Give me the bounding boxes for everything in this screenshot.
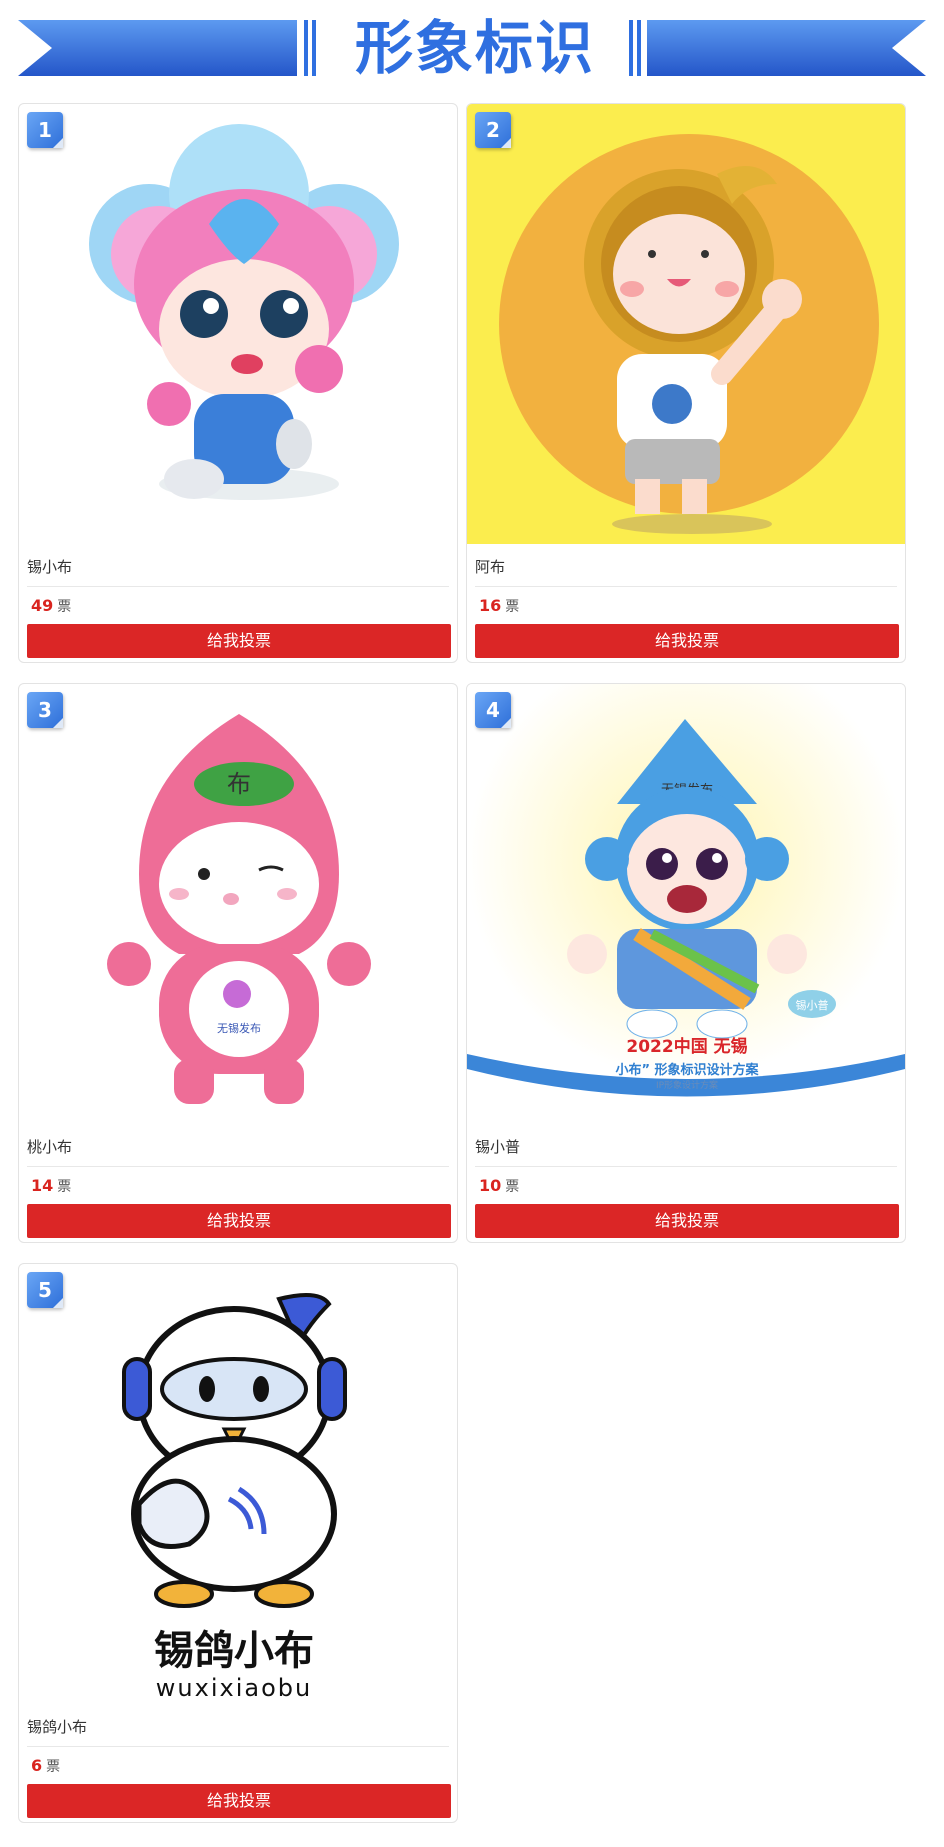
vote-unit: 票	[505, 599, 520, 615]
divider	[27, 586, 449, 587]
vote-count-number: 14	[31, 1176, 54, 1195]
vote-count: 49 票	[31, 594, 71, 619]
vote-count-number: 10	[479, 1176, 502, 1195]
page-header: 形象标识	[0, 0, 944, 100]
vote-count-number: 6	[31, 1756, 43, 1775]
page-title: 形象标识	[354, 14, 595, 82]
entry-number-badge: 2	[475, 112, 511, 148]
vote-unit: 票	[505, 1179, 520, 1195]
mascot-image[interactable]: 锡鸽小布 wuxixiaobu	[19, 1264, 457, 1704]
mascot-image[interactable]: 布 无锡发布	[19, 684, 457, 1124]
vote-button[interactable]: 给我投票	[475, 1204, 899, 1238]
entry-number-badge: 5	[27, 1272, 63, 1308]
divider	[27, 1746, 449, 1747]
poster-line-3: IP形象设计方案	[656, 1079, 718, 1091]
mascot-image[interactable]: 无锡发布 锡小普 2022中国 无锡 小布” 形象标识设计方案 IP形象设计方案	[467, 684, 905, 1124]
entry-card-4: 无锡发布 锡小普 2022中国 无锡 小布” 形象标识设计方案 IP形象设计方案…	[466, 683, 906, 1243]
vote-count: 10 票	[479, 1174, 519, 1199]
vote-button[interactable]: 给我投票	[27, 1784, 451, 1818]
entry-card-1: 1 锡小布 49 票 给我投票	[18, 103, 458, 663]
divider	[475, 586, 897, 587]
vote-count: 14 票	[31, 1174, 71, 1199]
entry-name: 桃小布	[27, 1138, 73, 1156]
entry-card-5: 锡鸽小布 wuxixiaobu 5 锡鸽小布 6票 给我投票	[18, 1263, 458, 1823]
tag-text: 锡小普	[796, 998, 829, 1012]
belly-text: 无锡发布	[217, 1021, 261, 1035]
hat-text: 布	[227, 770, 251, 798]
vote-button[interactable]: 给我投票	[27, 624, 451, 658]
vote-count: 6票	[31, 1754, 60, 1779]
vote-count: 16 票	[479, 594, 519, 619]
logo-text-cn: 锡鸽小布	[154, 1628, 314, 1674]
vote-count-number: 16	[479, 596, 502, 615]
vote-unit: 票	[57, 1179, 72, 1195]
mascot-image[interactable]	[19, 104, 457, 544]
entry-card-2: 2 阿布 16 票 给我投票	[466, 103, 906, 663]
entry-number-badge: 1	[27, 112, 63, 148]
entry-card-3: 布 无锡发布 3 桃小布 14 票 给我投票	[18, 683, 458, 1243]
entry-name: 锡小布	[27, 558, 73, 576]
vote-count-number: 49	[31, 596, 54, 615]
entry-number-badge: 3	[27, 692, 63, 728]
vote-unit: 票	[46, 1759, 61, 1775]
poster-line-1: 2022中国 无锡	[626, 1036, 747, 1057]
entry-name: 锡鸽小布	[27, 1718, 88, 1736]
entry-name: 锡小普	[475, 1138, 521, 1156]
divider	[27, 1166, 449, 1167]
mascot-image[interactable]	[467, 104, 905, 544]
logo-text-en: wuxixiaobu	[156, 1674, 312, 1702]
entry-number-badge: 4	[475, 692, 511, 728]
vote-button[interactable]: 给我投票	[27, 1204, 451, 1238]
entry-name: 阿布	[475, 558, 506, 576]
poster-line-2: 小布” 形象标识设计方案	[615, 1062, 759, 1078]
vote-button[interactable]: 给我投票	[475, 624, 899, 658]
divider	[475, 1166, 897, 1167]
vote-unit: 票	[57, 599, 72, 615]
